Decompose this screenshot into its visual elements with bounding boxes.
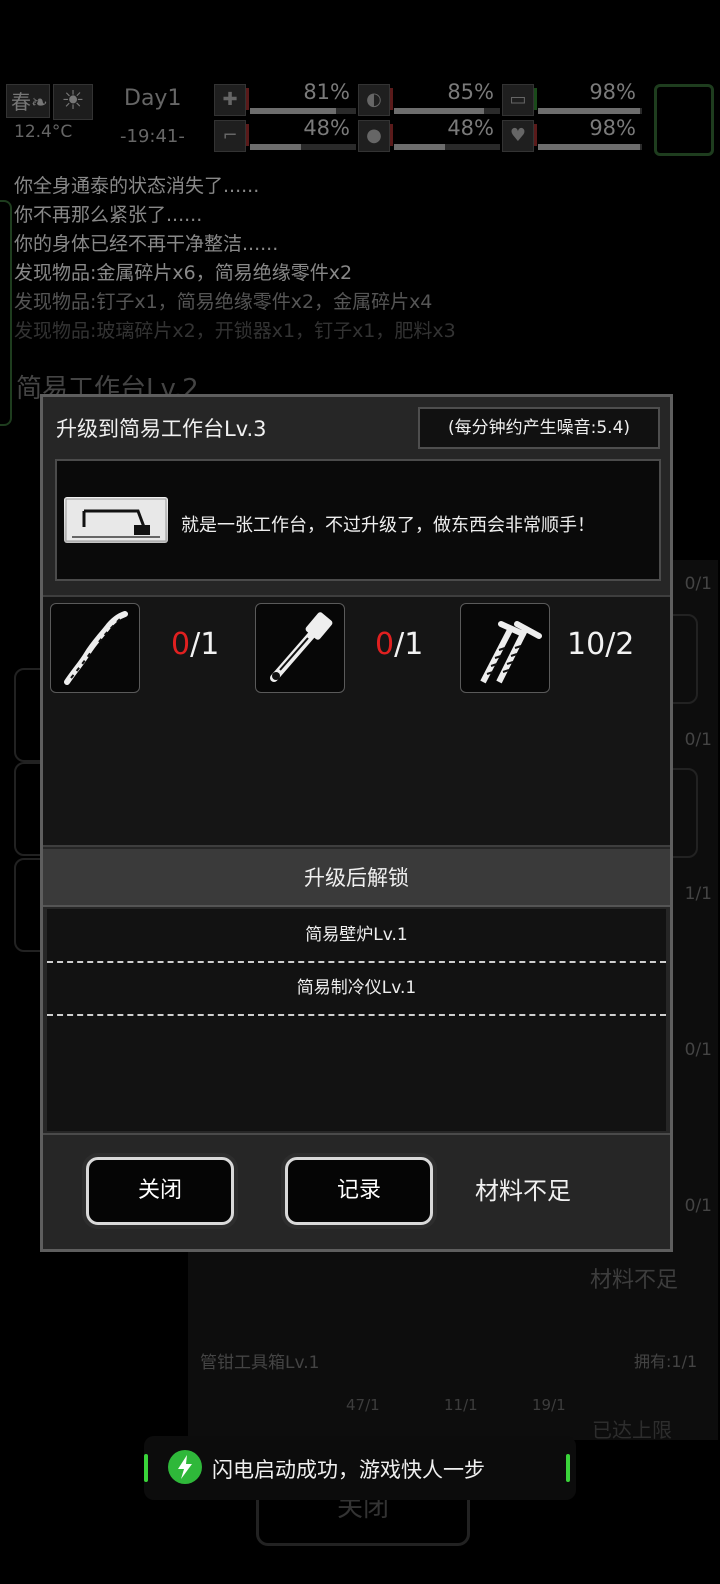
side-drawer-handle[interactable] bbox=[0, 200, 12, 426]
bg-row-owned: 拥有:1/1 bbox=[634, 1352, 698, 1371]
sun-icon: ☀ bbox=[53, 84, 93, 120]
noise-indicator: (每分钟约产生噪音:5.4) bbox=[418, 407, 660, 449]
toast-notification: 闪电启动成功，游戏快人一步 bbox=[144, 1436, 576, 1500]
unlock-item: 简易壁炉Lv.1 bbox=[47, 909, 666, 963]
description-box: 就是一张工作台，不过升级了，做东西会非常顺手！ bbox=[55, 459, 661, 581]
toast-accent bbox=[566, 1454, 570, 1482]
upgrade-dialog: 升级到简易工作台Lv.3 (每分钟约产生噪音:5.4) 就是一张工作台，不过升级… bbox=[40, 394, 673, 1252]
lightning-icon bbox=[168, 1450, 202, 1484]
quick-slot[interactable] bbox=[654, 84, 714, 156]
bg-count: 0/1 bbox=[684, 730, 712, 750]
need-count: /2 bbox=[605, 627, 635, 662]
season-indicator: 春❧ bbox=[6, 84, 50, 118]
have-count: 0 bbox=[171, 627, 191, 662]
unlock-header: 升级后解锁 bbox=[43, 849, 670, 907]
mood-stat: ♥ 98% bbox=[502, 116, 642, 152]
bg-count: 0/1 bbox=[684, 574, 712, 594]
thirst-stat: ● 48% bbox=[358, 116, 500, 152]
bg-mat-count: 11/1 bbox=[444, 1396, 478, 1414]
medkit-icon: ✚ bbox=[214, 84, 246, 116]
unlock-item: 简易制冷仪Lv.1 bbox=[47, 962, 666, 1016]
heart-icon: ♥ bbox=[502, 120, 534, 152]
description-text: 就是一张工作台，不过升级了，做东西会非常顺手！ bbox=[181, 515, 595, 536]
dialog-footer: 关闭 记录 材料不足 bbox=[43, 1133, 670, 1249]
record-button[interactable]: 记录 bbox=[285, 1157, 433, 1225]
event-log: 你全身通泰的状态消失了...... 你不再那么紧张了...... 你的身体已经不… bbox=[14, 172, 714, 346]
stomach-icon: ◐ bbox=[358, 84, 390, 116]
stamina-stat: ⌐ 48% bbox=[214, 116, 356, 152]
toast-accent bbox=[144, 1454, 148, 1482]
temperature: 12.4°C bbox=[14, 122, 73, 142]
bg-material-short: 材料不足 bbox=[590, 1268, 679, 1293]
nails-icon[interactable] bbox=[460, 603, 550, 693]
bg-count: 0/1 bbox=[684, 1040, 712, 1060]
energy-stat: ▭ 98% bbox=[502, 80, 642, 116]
toast-message: 闪电启动成功，游戏快人一步 bbox=[212, 1458, 485, 1482]
bg-count: 0/1 bbox=[684, 1196, 712, 1216]
need-count: /1 bbox=[394, 627, 424, 662]
log-line: 发现物品:金属碎片x6，简易绝缘零件x2 bbox=[14, 262, 353, 284]
have-count: 10 bbox=[567, 627, 606, 662]
bg-mat-count: 47/1 bbox=[346, 1396, 380, 1414]
day-counter: Day1 bbox=[124, 86, 182, 111]
game-clock: -19:41- bbox=[120, 126, 185, 147]
leaf-icon: ❧ bbox=[31, 90, 48, 114]
log-line: 你不再那么紧张了...... bbox=[14, 204, 203, 226]
requirements-panel: 0/1 0/1 10/2 bbox=[43, 595, 670, 847]
close-button[interactable]: 关闭 bbox=[86, 1157, 234, 1225]
status-hud: 春❧ ☀ 12.4°C Day1 -19:41- ✚ 81% ◐ 85% ▭ 9… bbox=[0, 78, 720, 158]
bg-mat-count: 19/1 bbox=[532, 1396, 566, 1414]
bg-count: 1/1 bbox=[684, 884, 712, 904]
hunger-stat: ◐ 85% bbox=[358, 80, 500, 116]
log-line: 你的身体已经不再干净整洁...... bbox=[14, 233, 279, 255]
log-line: 发现物品:玻璃碎片x2，开锁器x1，钉子x1，肥料x3 bbox=[14, 320, 456, 342]
water-drop-icon: ● bbox=[358, 120, 390, 152]
have-count: 0 bbox=[375, 627, 395, 662]
rope-icon[interactable] bbox=[50, 603, 140, 693]
material-status: 材料不足 bbox=[475, 1177, 571, 1205]
health-stat: ✚ 81% bbox=[214, 80, 356, 116]
unlock-list: 简易壁炉Lv.1 简易制冷仪Lv.1 bbox=[47, 909, 666, 1131]
hacksaw-workbench-icon bbox=[64, 497, 168, 543]
bg-limit-text: 已达上限 bbox=[592, 1418, 672, 1442]
log-line: 你全身通泰的状态消失了...... bbox=[14, 175, 260, 197]
need-count: /1 bbox=[190, 627, 220, 662]
dialog-title: 升级到简易工作台Lv.3 bbox=[56, 417, 267, 441]
bg-row-title: 管钳工具箱Lv.1 bbox=[200, 1353, 320, 1373]
log-line: 发现物品:钉子x1，简易绝缘零件x2，金属碎片x4 bbox=[14, 291, 433, 313]
pipe-wrench-icon[interactable] bbox=[255, 603, 345, 693]
battery-icon: ▭ bbox=[502, 84, 534, 116]
boot-icon: ⌐ bbox=[214, 120, 246, 152]
